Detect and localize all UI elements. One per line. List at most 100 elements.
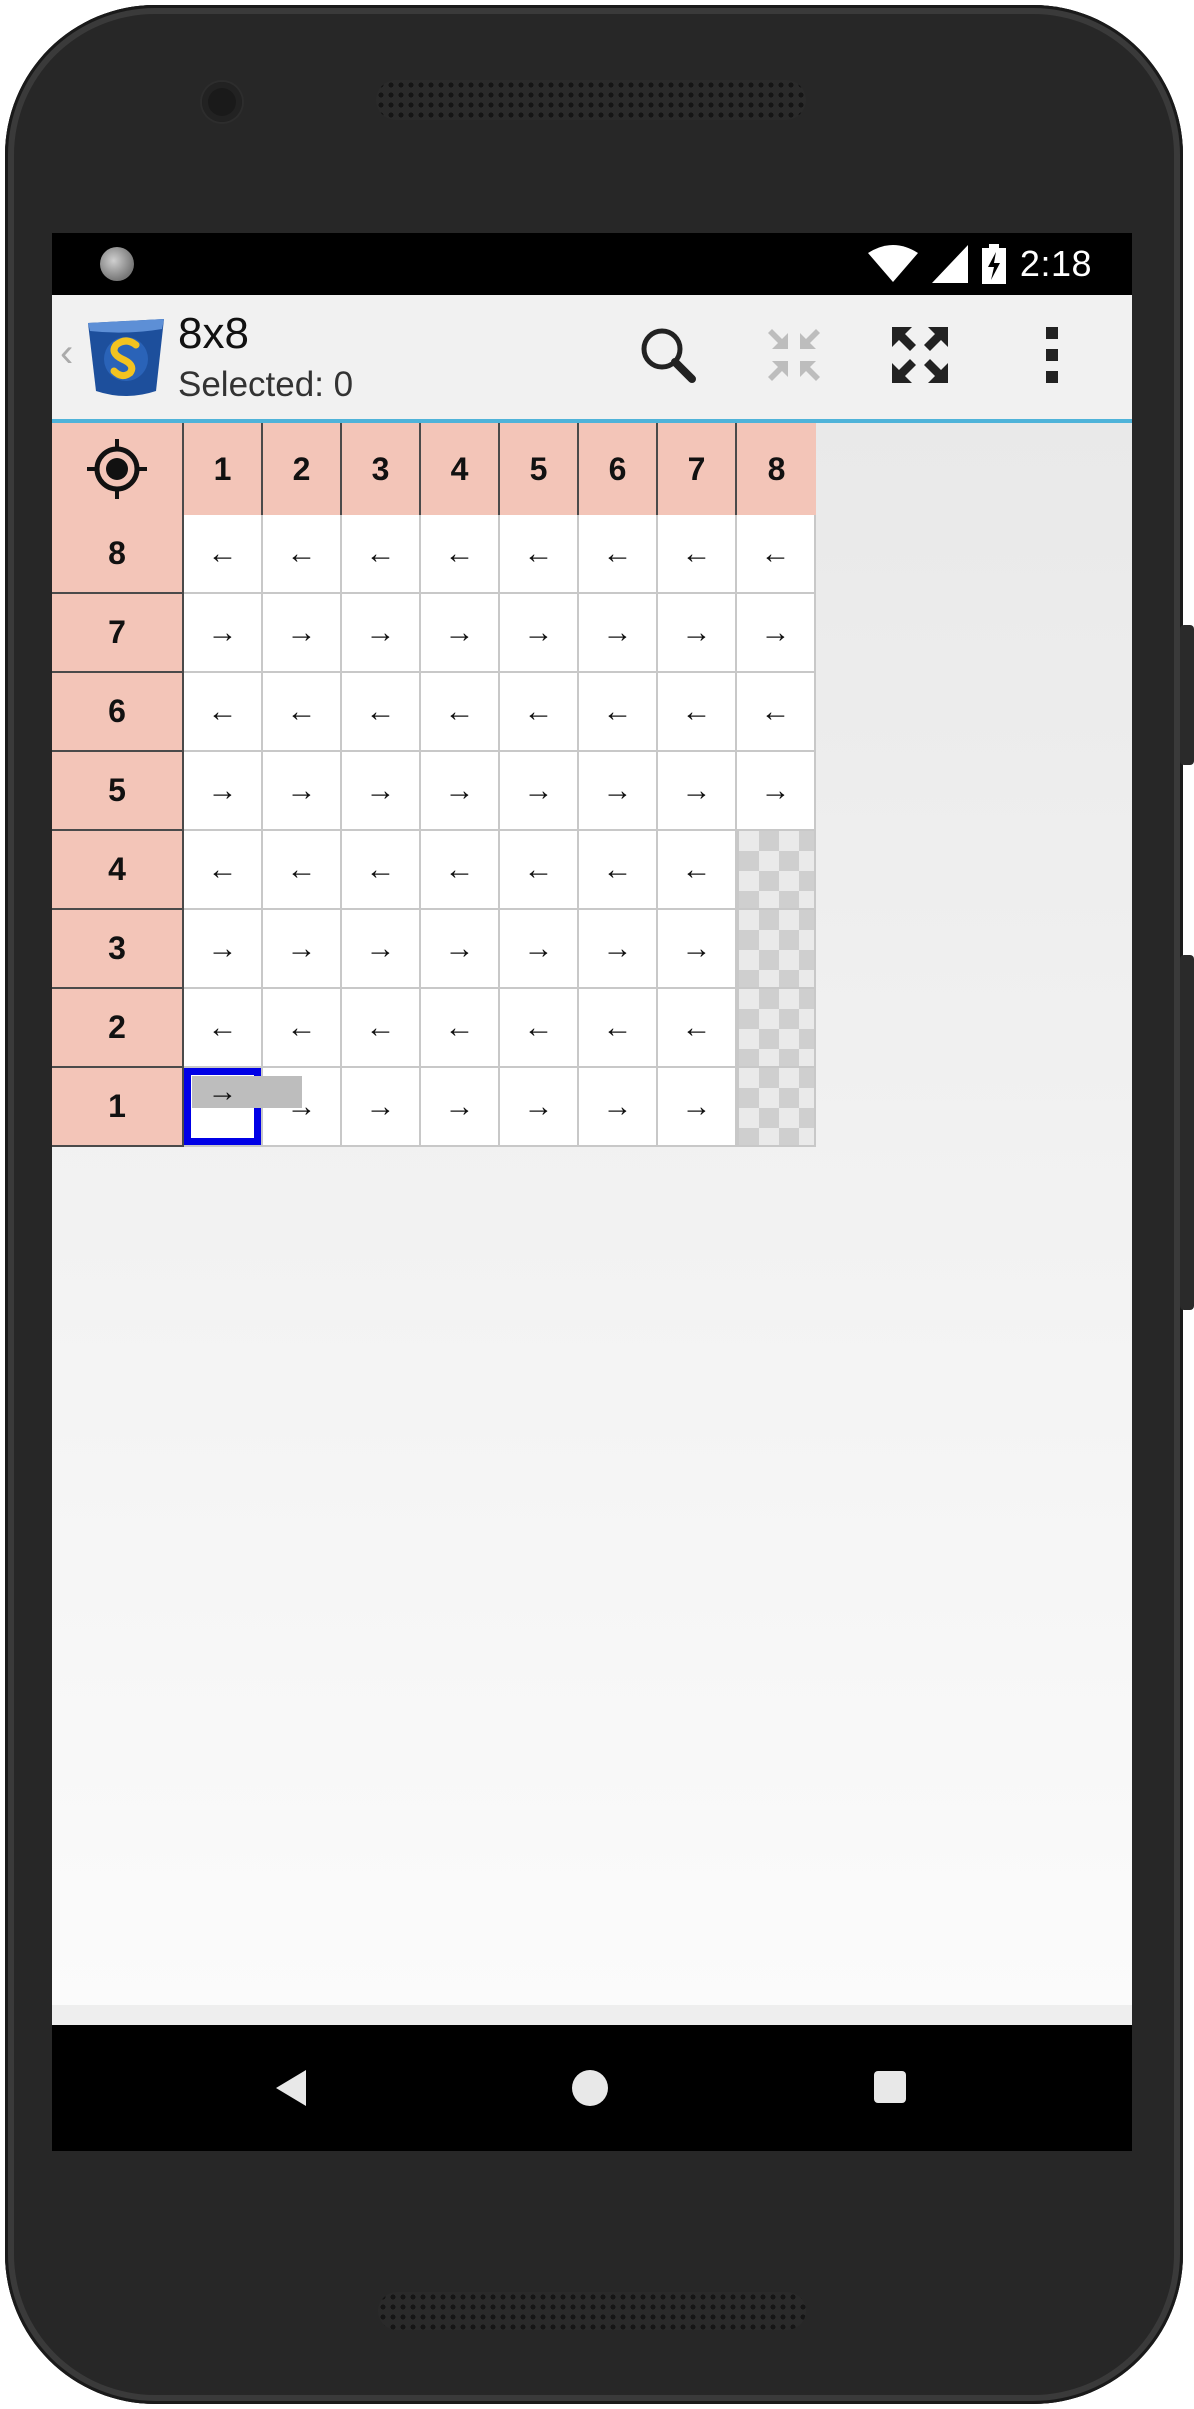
grid-cell[interactable]: → bbox=[263, 752, 342, 831]
grid-cell[interactable]: → bbox=[421, 910, 500, 989]
grid-cell[interactable]: → bbox=[342, 1068, 421, 1147]
grid-cell[interactable]: ← bbox=[658, 831, 737, 910]
grid-cell[interactable]: ← bbox=[658, 515, 737, 594]
column-header[interactable]: 5 bbox=[500, 423, 579, 515]
grid-cell[interactable]: ← bbox=[500, 831, 579, 910]
empty-cell[interactable] bbox=[737, 1068, 816, 1147]
grid-cell[interactable]: ← bbox=[263, 831, 342, 910]
expand-icon[interactable] bbox=[886, 321, 954, 389]
column-header[interactable]: 7 bbox=[658, 423, 737, 515]
app-logo-icon[interactable] bbox=[82, 315, 170, 397]
grid-cell[interactable]: → bbox=[579, 1068, 658, 1147]
row-header[interactable]: 6 bbox=[52, 673, 184, 752]
grid-cell[interactable]: ← bbox=[421, 515, 500, 594]
grid-cell[interactable]: → bbox=[658, 1068, 737, 1147]
recents-icon[interactable] bbox=[874, 2071, 906, 2103]
grid-cell[interactable]: → bbox=[737, 594, 816, 673]
grid-cell[interactable]: → bbox=[421, 594, 500, 673]
grid-cell[interactable]: → bbox=[500, 752, 579, 831]
grid-cell[interactable]: → bbox=[421, 1068, 500, 1147]
grid-cell[interactable]: ← bbox=[737, 673, 816, 752]
row-header[interactable]: 5 bbox=[52, 752, 184, 831]
selected-grid-cell[interactable]: → bbox=[184, 1068, 302, 1147]
arrow-right-icon: → bbox=[523, 615, 554, 649]
grid-cell[interactable]: ← bbox=[342, 831, 421, 910]
grid-cell[interactable]: → bbox=[263, 910, 342, 989]
grid-cell[interactable]: ← bbox=[421, 673, 500, 752]
app-title: 8x8 bbox=[178, 309, 249, 358]
grid-cell[interactable]: ← bbox=[342, 989, 421, 1068]
grid-cell[interactable]: → bbox=[342, 594, 421, 673]
clock: 2:18 bbox=[1019, 243, 1092, 284]
grid-cell[interactable]: → bbox=[263, 594, 342, 673]
grid-cell[interactable]: ← bbox=[342, 673, 421, 752]
home-icon[interactable] bbox=[572, 2070, 608, 2106]
arrow-left-icon: ← bbox=[207, 852, 238, 886]
grid-cell[interactable]: ← bbox=[579, 515, 658, 594]
row-header[interactable]: 2 bbox=[52, 989, 184, 1068]
grid-cell[interactable]: ← bbox=[263, 989, 342, 1068]
grid-cell[interactable]: ← bbox=[500, 673, 579, 752]
collapse-icon[interactable] bbox=[760, 321, 828, 389]
status-icons: 2:18 bbox=[867, 243, 1092, 285]
grid-cell[interactable]: ← bbox=[737, 515, 816, 594]
grid-cell[interactable]: ← bbox=[421, 831, 500, 910]
arrow-right-icon: → bbox=[365, 773, 396, 807]
grid-cell[interactable]: ← bbox=[263, 673, 342, 752]
search-icon[interactable] bbox=[634, 321, 702, 389]
arrow-left-icon: ← bbox=[207, 1010, 238, 1044]
grid-cell[interactable]: ← bbox=[500, 515, 579, 594]
grid-cell[interactable]: → bbox=[579, 910, 658, 989]
grid-cell[interactable]: → bbox=[184, 910, 263, 989]
grid-cell[interactable]: ← bbox=[263, 515, 342, 594]
grid-cell[interactable]: → bbox=[184, 594, 263, 673]
grid-cell[interactable]: ← bbox=[342, 515, 421, 594]
grid-cell[interactable]: → bbox=[579, 752, 658, 831]
back-icon[interactable] bbox=[276, 2070, 306, 2106]
grid-cell[interactable]: ← bbox=[579, 989, 658, 1068]
up-navigation-icon[interactable]: ‹ bbox=[60, 333, 82, 373]
grid-cell[interactable]: → bbox=[658, 594, 737, 673]
column-header[interactable]: 1 bbox=[184, 423, 263, 515]
empty-cell[interactable] bbox=[737, 989, 816, 1068]
grid-cell[interactable]: → bbox=[342, 752, 421, 831]
grid-cell[interactable]: ← bbox=[421, 989, 500, 1068]
grid-cell[interactable]: → bbox=[737, 752, 816, 831]
grid-cell[interactable]: ← bbox=[579, 831, 658, 910]
column-header[interactable]: 2 bbox=[263, 423, 342, 515]
arrow-right-icon: → bbox=[444, 931, 475, 965]
grid-cell[interactable]: ← bbox=[184, 673, 263, 752]
grid-cell[interactable]: ← bbox=[500, 989, 579, 1068]
grid-cell[interactable]: ← bbox=[184, 831, 263, 910]
row-header[interactable]: 3 bbox=[52, 910, 184, 989]
corner-cell[interactable] bbox=[52, 423, 184, 515]
arrow-right-icon: → bbox=[523, 773, 554, 807]
empty-cell[interactable] bbox=[737, 910, 816, 989]
grid-cell[interactable]: → bbox=[342, 910, 421, 989]
grid-cell[interactable]: → bbox=[500, 910, 579, 989]
empty-cell[interactable] bbox=[737, 831, 816, 910]
column-header[interactable]: 6 bbox=[579, 423, 658, 515]
column-header[interactable]: 8 bbox=[737, 423, 816, 515]
grid-cell[interactable]: → bbox=[658, 910, 737, 989]
grid-cell[interactable]: ← bbox=[184, 515, 263, 594]
row-header[interactable]: 7 bbox=[52, 594, 184, 673]
column-header[interactable]: 4 bbox=[421, 423, 500, 515]
grid-cell[interactable]: ← bbox=[184, 989, 263, 1068]
column-header[interactable]: 3 bbox=[342, 423, 421, 515]
grid-cell[interactable]: ← bbox=[658, 673, 737, 752]
arrow-right-icon: → bbox=[207, 773, 238, 807]
row-header[interactable]: 1 bbox=[52, 1068, 184, 1147]
grid-cell[interactable]: → bbox=[500, 594, 579, 673]
arrow-right-icon: → bbox=[444, 773, 475, 807]
row-header[interactable]: 4 bbox=[52, 831, 184, 910]
grid-cell[interactable]: ← bbox=[579, 673, 658, 752]
grid-cell[interactable]: → bbox=[658, 752, 737, 831]
grid-cell[interactable]: → bbox=[421, 752, 500, 831]
grid-cell[interactable]: → bbox=[500, 1068, 579, 1147]
more-vert-icon[interactable] bbox=[1032, 321, 1072, 389]
grid-cell[interactable]: → bbox=[579, 594, 658, 673]
row-header[interactable]: 8 bbox=[52, 515, 184, 594]
grid-cell[interactable]: ← bbox=[658, 989, 737, 1068]
grid-cell[interactable]: → bbox=[184, 752, 263, 831]
